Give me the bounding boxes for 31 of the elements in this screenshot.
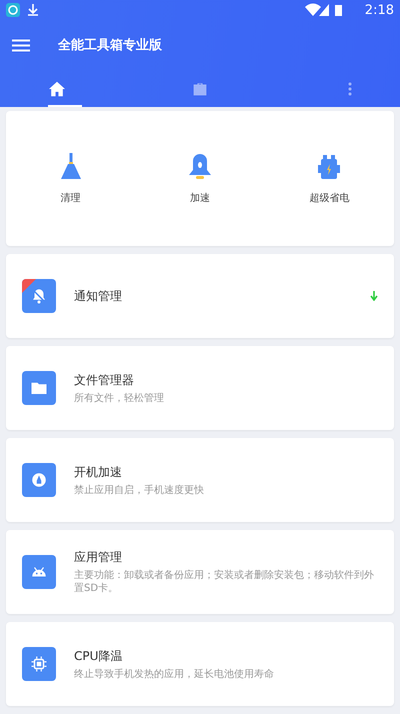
tool-card[interactable]: CPU降温 终止导致手机发热的应用，延长电池使用寿命	[6, 622, 394, 706]
tool-title: 文件管理器	[74, 372, 135, 388]
bell-off-icon	[30, 287, 48, 305]
tool-card[interactable]: 应用管理 主要功能：卸载或者备份应用；安装或者删除安装包；移动软件到外置SD卡。	[6, 530, 394, 614]
tool-title: 开机加速	[74, 464, 123, 480]
quick-action[interactable]: 清理	[6, 152, 136, 206]
briefcase-icon	[192, 82, 208, 96]
quick-action[interactable]: 加速	[135, 152, 265, 206]
tool-description: 所有文件，轻松管理	[74, 392, 165, 404]
tool-description: 终止导致手机发热的应用，延长电池使用寿命	[74, 668, 275, 680]
home-icon	[48, 80, 66, 96]
tool-card[interactable]: 开机加速 禁止应用自启，手机速度更快	[6, 438, 394, 522]
menu-icon[interactable]	[12, 38, 30, 52]
bell-icon	[188, 152, 212, 180]
chip-icon	[30, 655, 48, 673]
battery-robot-icon	[317, 152, 342, 180]
more-icon	[348, 82, 352, 96]
download-icon	[28, 4, 38, 16]
broom-icon	[58, 152, 83, 180]
tool-title: 通知管理	[74, 288, 123, 304]
app-icon	[6, 3, 20, 17]
rocket-icon	[30, 471, 48, 489]
status-time: 2:18	[364, 2, 394, 18]
quick-action[interactable]: 超级省电	[264, 152, 394, 206]
tool-description: 主要功能：卸载或者备份应用；安装或者删除安装包；移动软件到外置SD卡。	[74, 569, 375, 595]
tool-title: 应用管理	[74, 549, 123, 566]
tool-title: CPU降温	[74, 648, 124, 664]
app-title: 全能工具箱专业版	[58, 37, 162, 54]
tool-card[interactable]: 文件管理器 所有文件，轻松管理	[6, 346, 394, 430]
tool-card[interactable]: 通知管理	[6, 254, 394, 338]
tool-description: 禁止应用自启，手机速度更快	[74, 484, 205, 496]
